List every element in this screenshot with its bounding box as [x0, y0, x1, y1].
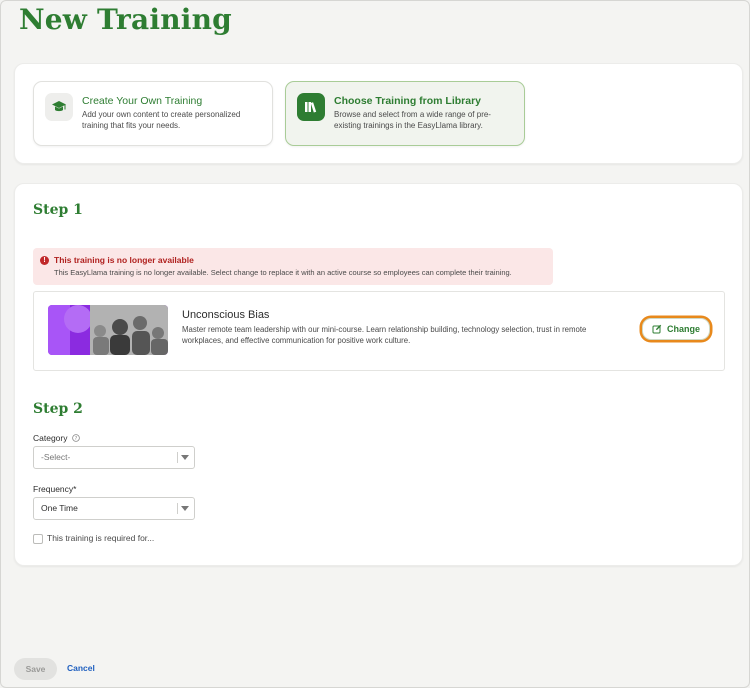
chevron-down-icon	[181, 455, 189, 460]
error-icon: !	[40, 256, 49, 265]
select-divider	[177, 452, 178, 463]
option-create-own-training[interactable]: Create Your Own Training Add your own co…	[33, 81, 273, 146]
edit-icon	[652, 324, 662, 334]
option-choose-library[interactable]: Choose Training from Library Browse and …	[285, 81, 525, 146]
chevron-down-icon	[181, 506, 189, 511]
graduation-cap-icon	[45, 93, 73, 121]
select-divider	[177, 503, 178, 514]
app-window: New Training Create Your Own Training Ad…	[0, 0, 750, 688]
page-title: New Training	[19, 3, 232, 36]
frequency-label: Frequency*	[33, 484, 77, 494]
course-thumbnail	[48, 305, 168, 355]
category-select[interactable]: -Select-	[33, 446, 195, 469]
option-title: Choose Training from Library	[334, 95, 482, 107]
selected-course-card: Unconscious Bias Master remote team lead…	[33, 291, 725, 371]
help-icon[interactable]: ?	[72, 434, 80, 442]
library-books-icon	[297, 93, 325, 121]
steps-panel: Step 1 ! This training is no longer avai…	[14, 183, 743, 566]
alert-title: This training is no longer available	[54, 255, 194, 265]
cancel-link[interactable]: Cancel	[67, 663, 95, 673]
training-source-panel: Create Your Own Training Add your own co…	[14, 63, 743, 164]
category-value: -Select-	[41, 452, 71, 462]
unavailable-alert: ! This training is no longer available T…	[33, 248, 553, 285]
option-title: Create Your Own Training	[82, 95, 203, 107]
course-description: Master remote team leadership with our m…	[182, 325, 587, 345]
svg-text:?: ?	[75, 436, 78, 442]
frequency-select[interactable]: One Time	[33, 497, 195, 520]
option-description: Browse and select from a wide range of p…	[334, 110, 491, 130]
frequency-value: One Time	[41, 503, 78, 513]
option-description: Add your own content to create personali…	[82, 110, 241, 130]
course-title: Unconscious Bias	[182, 309, 270, 321]
step-2-heading: Step 2	[33, 401, 83, 417]
step-1-heading: Step 1	[33, 202, 83, 218]
category-label-text: Category	[33, 433, 68, 443]
required-for-label: This training is required for...	[47, 533, 155, 543]
change-button-label: Change	[666, 324, 700, 334]
alert-text: This EasyLlama training is no longer ava…	[54, 268, 512, 277]
category-label: Category ?	[33, 433, 80, 443]
save-button[interactable]: Save	[14, 658, 57, 680]
change-course-button[interactable]: Change	[642, 318, 710, 340]
required-for-checkbox[interactable]	[33, 534, 43, 544]
